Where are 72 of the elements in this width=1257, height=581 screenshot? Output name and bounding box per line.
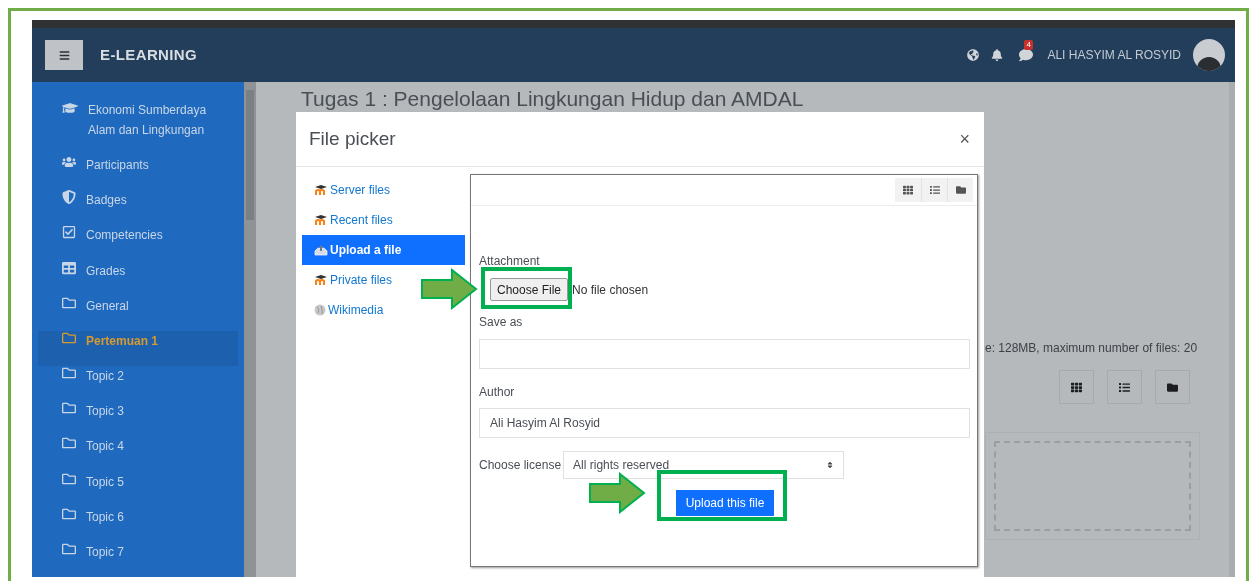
checkbox-icon — [62, 225, 76, 240]
sidebar-item[interactable]: Ekonomi Sumberdaya Alam dan Lingkungan — [38, 98, 238, 155]
sort-icon — [826, 461, 835, 469]
bell-icon[interactable] — [991, 49, 1004, 61]
avatar[interactable] — [1193, 39, 1225, 71]
sidebar-item[interactable]: Topic 4 — [38, 436, 238, 472]
chat-icon[interactable] — [1019, 48, 1034, 62]
shield-icon — [62, 190, 76, 205]
upload-button[interactable]: Upload this file — [676, 490, 774, 516]
sidebar-item[interactable]: Competencies — [38, 225, 238, 261]
menu-icon — [58, 49, 70, 61]
message-count: 4 — [1024, 40, 1033, 50]
sidebar-item[interactable]: Topic 5 — [38, 471, 238, 507]
list-icon — [929, 185, 940, 195]
choose-file-button[interactable]: Choose File — [490, 278, 569, 301]
repository-item[interactable]: Private files — [302, 265, 395, 295]
close-button[interactable]: × — [959, 125, 970, 153]
folder-icon — [62, 471, 76, 486]
user-name[interactable]: ALI HASYIM AL ROSYID — [1047, 46, 1181, 64]
repository-item[interactable]: Recent files — [302, 205, 395, 235]
file-limits-text: e: 128MB, maximum number of files: 20 — [985, 340, 1199, 357]
upload-icon — [314, 244, 328, 256]
pointer-arrow — [420, 268, 478, 310]
sidebar-item[interactable]: Topic 2 — [38, 366, 238, 402]
repository-item[interactable]: Upload a file — [302, 235, 465, 265]
grid-icon — [903, 185, 913, 195]
page-title: Tugas 1 : Pengelolaan Lingkungan Hidup dan AMDAL — [300, 86, 805, 112]
save-as-label: Save as — [479, 314, 524, 331]
folder-icon — [62, 506, 76, 521]
folder-icon — [62, 541, 76, 556]
sidebar-item[interactable]: Topic 3 — [38, 401, 238, 437]
site-brand[interactable]: E-LEARNING — [100, 43, 198, 67]
grid-view-button[interactable] — [1059, 370, 1094, 404]
list-view-button[interactable] — [1107, 370, 1142, 404]
folder-icon — [62, 295, 76, 310]
pointer-arrow — [588, 472, 646, 514]
table-icon — [62, 260, 76, 275]
sidebar-item[interactable]: Topic 7 — [38, 541, 238, 578]
list-icon — [1119, 381, 1130, 393]
folder-view-button[interactable] — [1155, 370, 1190, 404]
sidebar-item[interactable]: Badges — [38, 190, 238, 226]
license-label: Choose license — [479, 456, 562, 474]
folder-icon — [62, 401, 76, 416]
grid-icon — [1071, 381, 1082, 393]
moodle-hat-icon — [314, 214, 328, 226]
moodle-hat-icon — [314, 274, 328, 286]
license-select[interactable]: All rights reserved — [563, 451, 845, 479]
attachment-label: Attachment — [479, 253, 541, 270]
folder-icon — [955, 185, 966, 195]
sidebar-item[interactable]: Participants — [38, 155, 238, 191]
save-as-field[interactable] — [479, 339, 970, 369]
repository-item[interactable]: Wikimedia — [302, 295, 386, 325]
moodle-hat-icon — [314, 184, 328, 196]
file-status: No file chosen — [572, 281, 649, 299]
scrollbar[interactable] — [244, 82, 256, 577]
globe-icon[interactable] — [967, 49, 980, 61]
graduation-cap-icon — [62, 100, 78, 116]
sidebar-item[interactable]: Topic 6 — [38, 506, 238, 542]
sidebar-item[interactable]: Grades — [38, 260, 238, 296]
repository-item[interactable]: Server files — [302, 175, 393, 205]
menu-button[interactable] — [45, 40, 83, 70]
author-label: Author — [479, 384, 516, 401]
folder-icon — [62, 436, 76, 451]
folder-icon — [62, 330, 76, 345]
author-field[interactable]: Ali Hasyim Al Rosyid — [479, 408, 970, 438]
dialog-title: File picker — [309, 126, 396, 151]
globe-icon — [314, 304, 326, 316]
sidebar-item[interactable]: Pertemuan 1 — [38, 330, 238, 367]
folder-icon — [1167, 381, 1178, 393]
users-icon — [62, 155, 76, 169]
sidebar-item[interactable]: General — [38, 295, 238, 331]
folder-icon — [62, 366, 76, 381]
